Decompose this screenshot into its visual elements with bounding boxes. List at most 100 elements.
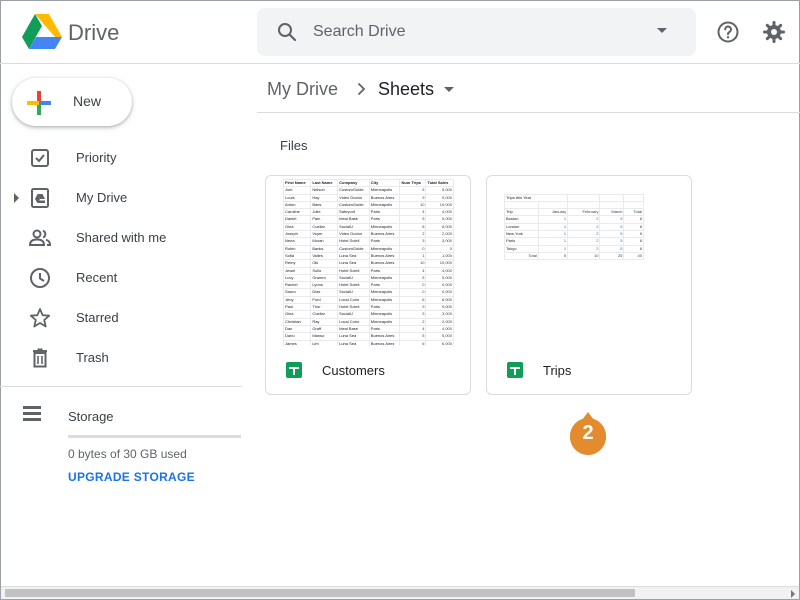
preview-cell: SocialU [337, 310, 370, 319]
preview-cell: Gramm [310, 273, 339, 283]
preview-cell [623, 193, 644, 203]
expand-arrow-icon[interactable] [14, 193, 19, 203]
preview-row: James Lim Luna Sea Buenos Aires 6 6,000 [282, 339, 454, 346]
new-button-label: New [73, 93, 102, 109]
search-bar[interactable] [257, 8, 696, 56]
preview-row: Joseph Voyer Video Doctor Buenos Aires 2 2,00… [282, 230, 454, 239]
upgrade-storage-link[interactable]: UPGRADE STORAGE [68, 470, 195, 484]
preview-cell: January [537, 208, 569, 217]
file-thumbnail: First Name Last Name Company City Num Trips T… [266, 176, 470, 346]
preview-title-row: Trips this Year [503, 193, 644, 203]
preview-row: Sofia Valles Luna Sea Buenos Aires 1 1,000 [282, 251, 454, 261]
preview-cell: Daniel [282, 215, 312, 224]
preview-cell: 0 [399, 288, 427, 297]
preview-cell: Buenos Aires [368, 332, 401, 341]
preview-cell [567, 193, 601, 203]
drive-logo-icon[interactable] [22, 14, 62, 50]
sidebar-item-recent[interactable]: Recent [0, 258, 242, 298]
preview-cell: 2 [567, 222, 601, 232]
preview-cell: Dan [282, 324, 312, 334]
file-card-customers[interactable]: First Name Last Name Company City Num Trips T… [265, 175, 471, 395]
preview-cell: Luna Sea [337, 339, 370, 346]
sidebar-item-priority[interactable]: Priority [0, 138, 242, 178]
preview-cell: Paris [368, 237, 401, 246]
horizontal-scrollbar[interactable] [1, 586, 799, 599]
preview-cell [623, 201, 644, 210]
preview-cell: Trip [504, 208, 539, 217]
preview-cell: Minneapolis [368, 200, 401, 210]
preview-cell: 6,000 [425, 295, 454, 305]
preview-cell: Ideal Base [337, 324, 370, 334]
scrollbar-thumb[interactable] [5, 589, 635, 597]
preview-header-row: Trip January February March Total [504, 208, 644, 217]
breadcrumb-my-drive[interactable]: My Drive [267, 79, 338, 100]
preview-cell: Nelson [310, 186, 339, 195]
search-icon[interactable] [275, 20, 299, 44]
sidebar-item-shared[interactable]: Shared with me [0, 218, 242, 258]
preview-cell: Total [623, 208, 644, 217]
preview-cell [599, 201, 625, 210]
preview-cell: Last Name [310, 178, 339, 188]
preview-cell: Ford [310, 295, 339, 305]
shared-icon [28, 229, 52, 246]
preview-cell: 8 [623, 229, 644, 239]
help-icon[interactable] [716, 20, 740, 44]
file-name: Customers [322, 363, 385, 378]
search-input[interactable] [313, 20, 643, 44]
preview-cell: 6,000 [425, 339, 454, 346]
preview-row: Sauro Dias SocialU Minneapolis 0 0,000 [282, 288, 454, 297]
preview-cell: 5 [399, 273, 427, 283]
preview-cell: 25 [599, 251, 625, 261]
preview-cell: 2 [567, 229, 601, 239]
preview-cell: Paul [282, 303, 312, 312]
preview-cell: Remy [282, 259, 312, 268]
sidebar-item-label: My Drive [76, 190, 128, 205]
preview-cell: 3,000 [425, 237, 454, 246]
gear-icon[interactable] [762, 20, 786, 44]
preview-cell: Jeny [282, 295, 312, 305]
sidebar-item-my-drive[interactable]: My Drive [0, 178, 242, 218]
preview-cell: 6 [399, 295, 427, 305]
preview-cell: Paris [368, 281, 401, 290]
preview-cell: Sauro [282, 288, 312, 297]
storage-label[interactable]: Storage [68, 409, 114, 424]
preview-header-row: First Name Last Name Company City Num Trips T… [282, 178, 454, 188]
preview-cell: Sofia [282, 251, 312, 261]
preview-cell: 8 [623, 222, 644, 232]
sheets-icon [507, 362, 523, 378]
preview-cell: 1 [399, 251, 427, 261]
preview-cell: 1 [537, 222, 569, 232]
preview-cell: Lyons [310, 281, 339, 290]
preview-cell: Video Doctor [337, 230, 370, 239]
preview-cell: Gina [282, 222, 312, 232]
preview-cell: Ideal Base [337, 215, 370, 224]
preview-cell: Trips this Year [503, 193, 569, 203]
preview-cell: CustomGuide [337, 244, 370, 253]
preview-cell: Dario [282, 332, 312, 341]
preview-cell: Buenos Aires [368, 259, 401, 268]
clock-icon [30, 268, 50, 288]
preview-cell: 2 [567, 237, 601, 246]
preview-cell: 1,000 [425, 251, 454, 261]
preview-cell: Jolie [310, 208, 339, 217]
app-name[interactable]: Drive [68, 20, 119, 46]
folder-menu-caret-icon[interactable] [444, 87, 454, 92]
preview-row: Rachel Lyons Hotel Soleil Paris 0 0,000 [282, 281, 454, 290]
preview-cell: 40 [623, 251, 644, 261]
file-card-trips[interactable]: Trips this Year Trip January February March T… [486, 175, 692, 395]
preview-cell: 0 [425, 244, 454, 253]
scroll-right-arrow-icon[interactable] [791, 590, 795, 598]
preview-cell: 5 [537, 251, 569, 261]
preview-cell: Nena [282, 237, 312, 246]
breadcrumb-current-folder[interactable]: Sheets [378, 79, 434, 100]
preview-cell: 8 [399, 222, 427, 232]
preview-cell: SocialU [337, 288, 370, 297]
sidebar-item-trash[interactable]: Trash [0, 338, 242, 378]
sidebar-item-starred[interactable]: Starred [0, 298, 242, 338]
preview-row: Gina Cuellar SocialU Minneapolis 8 8,000 [282, 222, 454, 232]
search-options-icon[interactable] [657, 28, 667, 33]
preview-cell: Cuellar [310, 222, 339, 232]
new-button[interactable]: New [12, 78, 132, 126]
preview-cell: Voyer [310, 230, 339, 239]
preview-row: Paul Thor Hotel Soleil Paris 9 9,000 [282, 303, 454, 312]
